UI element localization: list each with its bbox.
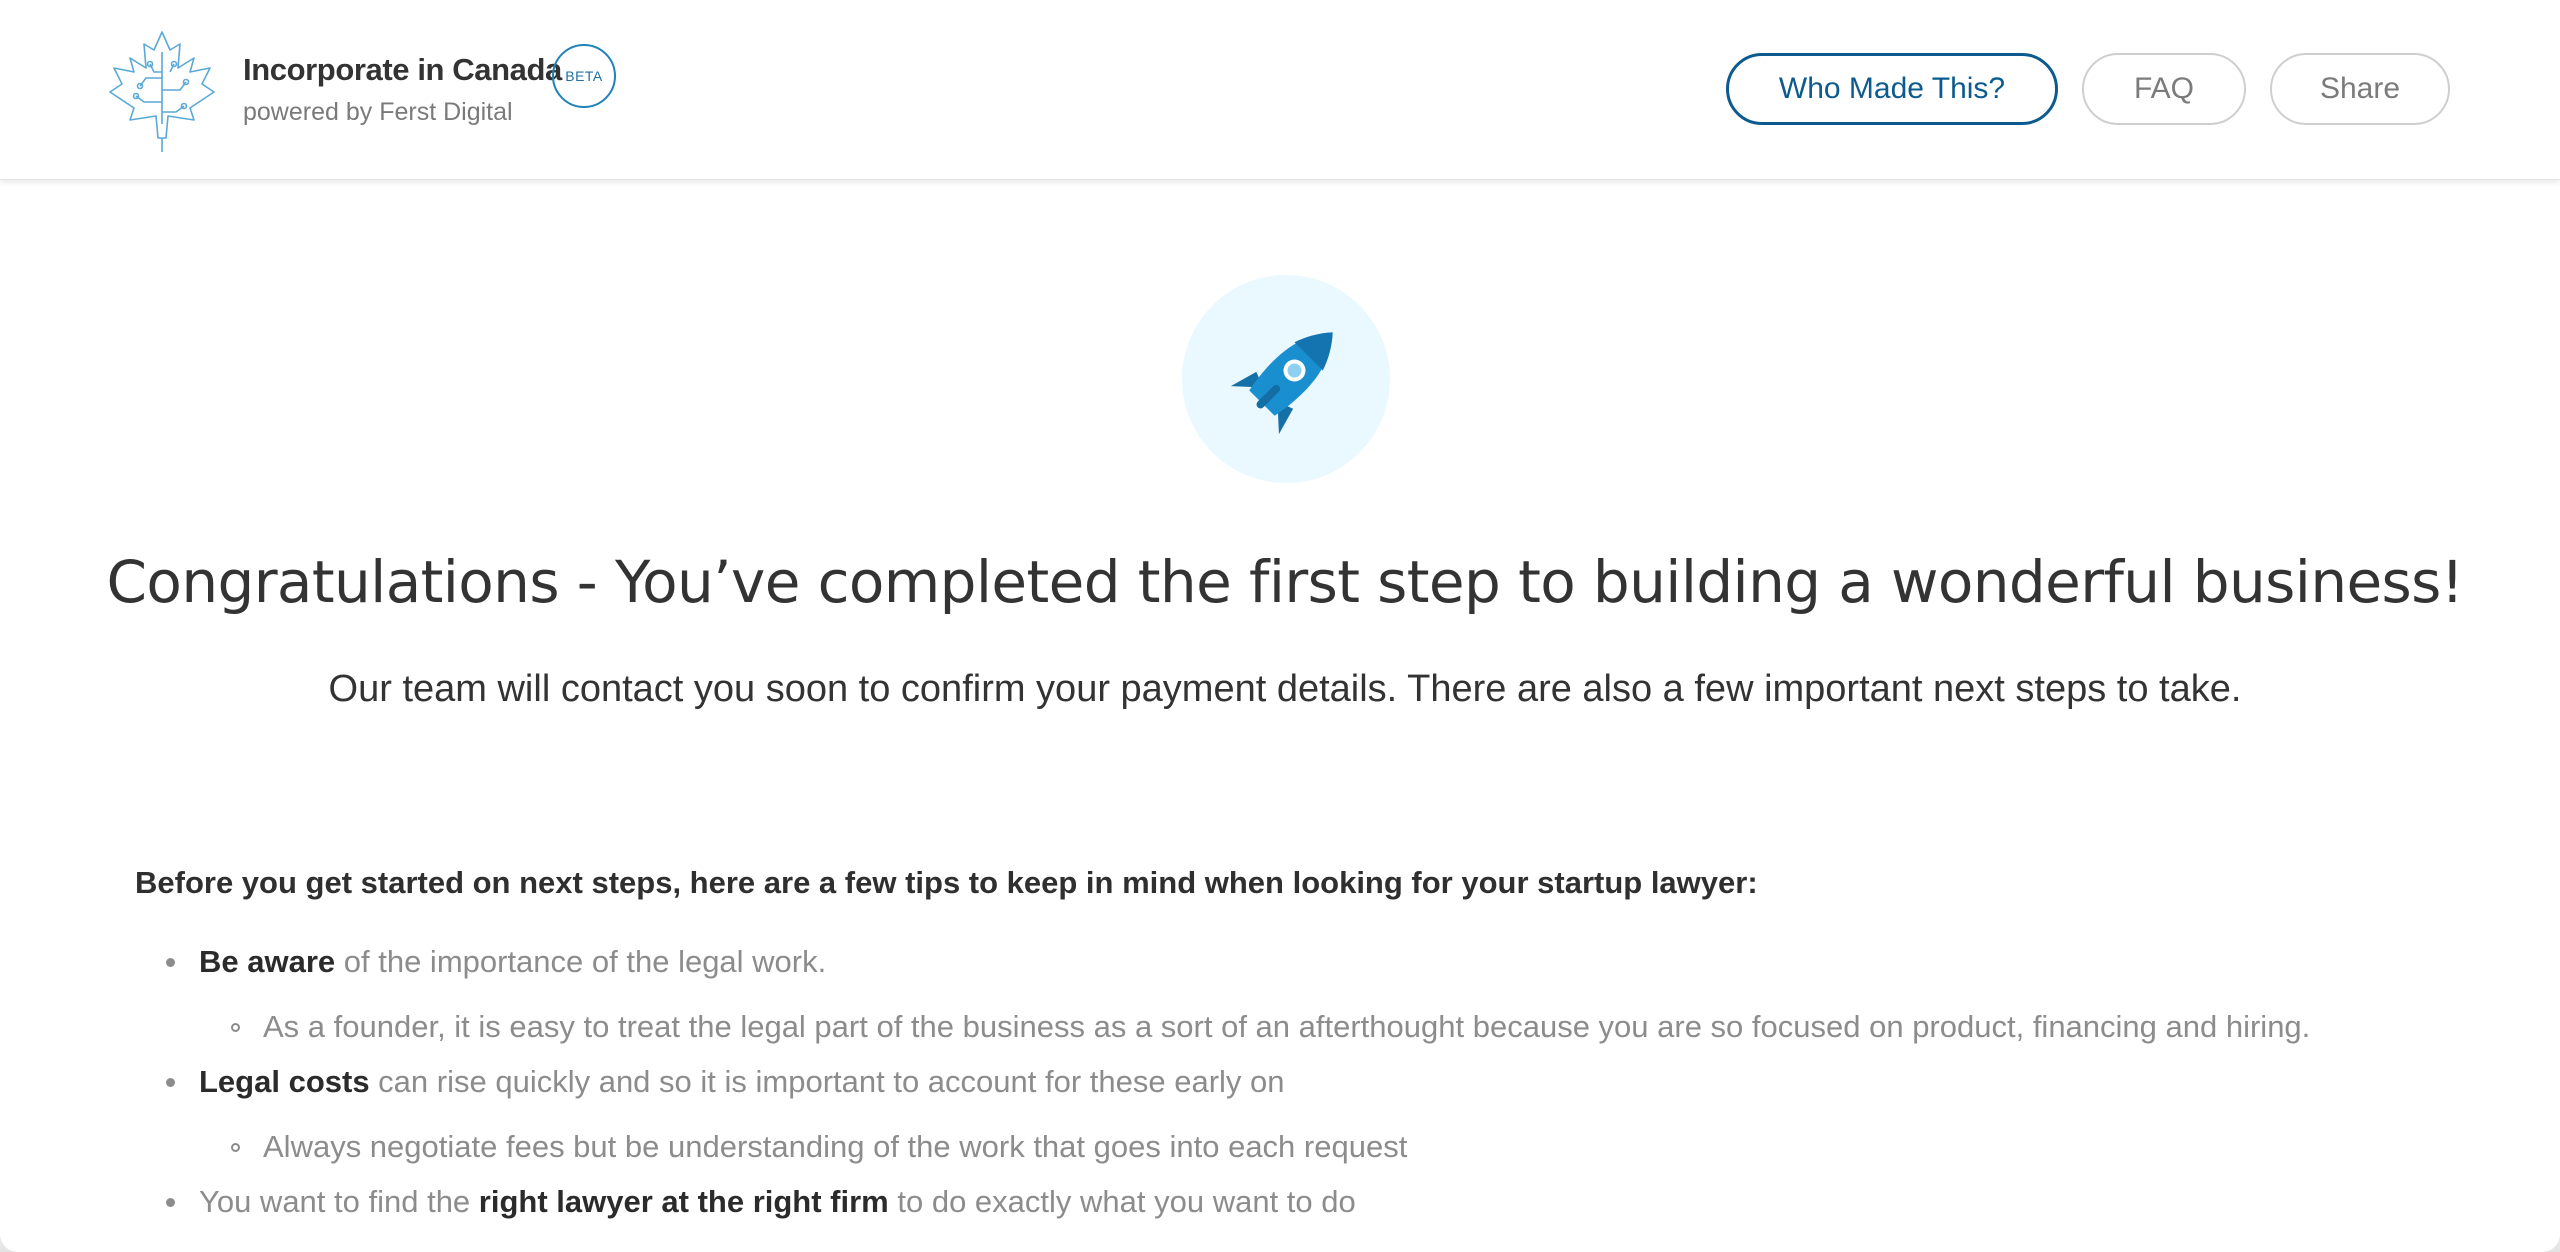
share-button[interactable]: Share xyxy=(2270,53,2450,125)
list-bullet xyxy=(166,958,175,967)
faq-button[interactable]: FAQ xyxy=(2082,53,2246,125)
tip-bold: Legal costs xyxy=(199,1064,370,1099)
list-bullet-sub xyxy=(231,1023,240,1032)
confirmation-subline: Our team will contact you soon to confir… xyxy=(328,668,2242,710)
list-item-sub: As a founder, it is easy to treat the le… xyxy=(263,1009,2310,1045)
rocket-icon xyxy=(1230,332,1333,435)
list-bullet-sub xyxy=(231,1143,240,1152)
tip-text: to do exactly what you want to do xyxy=(888,1184,1356,1219)
list-item-sub: Always negotiate fees but be understandi… xyxy=(263,1129,1407,1165)
tip-sub-text: Always negotiate fees but be understandi… xyxy=(263,1129,1408,1164)
tip-text: can rise quickly and so it is important … xyxy=(369,1064,1285,1099)
confirmation-headline: Congratulations - You’ve completed the f… xyxy=(106,548,2465,616)
tip-bold: right lawyer at the right firm xyxy=(478,1184,889,1219)
list-bullet xyxy=(166,1078,175,1087)
list-bullet xyxy=(166,1198,175,1207)
list-item: Legal costs can rise quickly and so it i… xyxy=(199,1064,1285,1100)
tips-intro: Before you get started on next steps, he… xyxy=(135,865,1758,900)
site-header: Incorporate in Canada powered by Ferst D… xyxy=(0,0,2560,180)
maple-leaf-circuit-icon[interactable] xyxy=(106,28,218,154)
list-item: Be aware of the importance of the legal … xyxy=(199,944,826,980)
list-item: You want to find the right lawyer at the… xyxy=(199,1184,1356,1220)
tip-sub-text: As a founder, it is easy to treat the le… xyxy=(263,1009,2311,1044)
beta-badge: BETA xyxy=(552,44,616,108)
who-made-this-button[interactable]: Who Made This? xyxy=(1726,53,2058,125)
tip-text: You want to find the xyxy=(199,1184,479,1219)
brand-subtitle: powered by Ferst Digital xyxy=(243,98,513,126)
tip-bold: Be aware xyxy=(199,944,336,979)
tip-text: of the importance of the legal work. xyxy=(335,944,827,979)
brand-title[interactable]: Incorporate in Canada xyxy=(243,52,562,88)
